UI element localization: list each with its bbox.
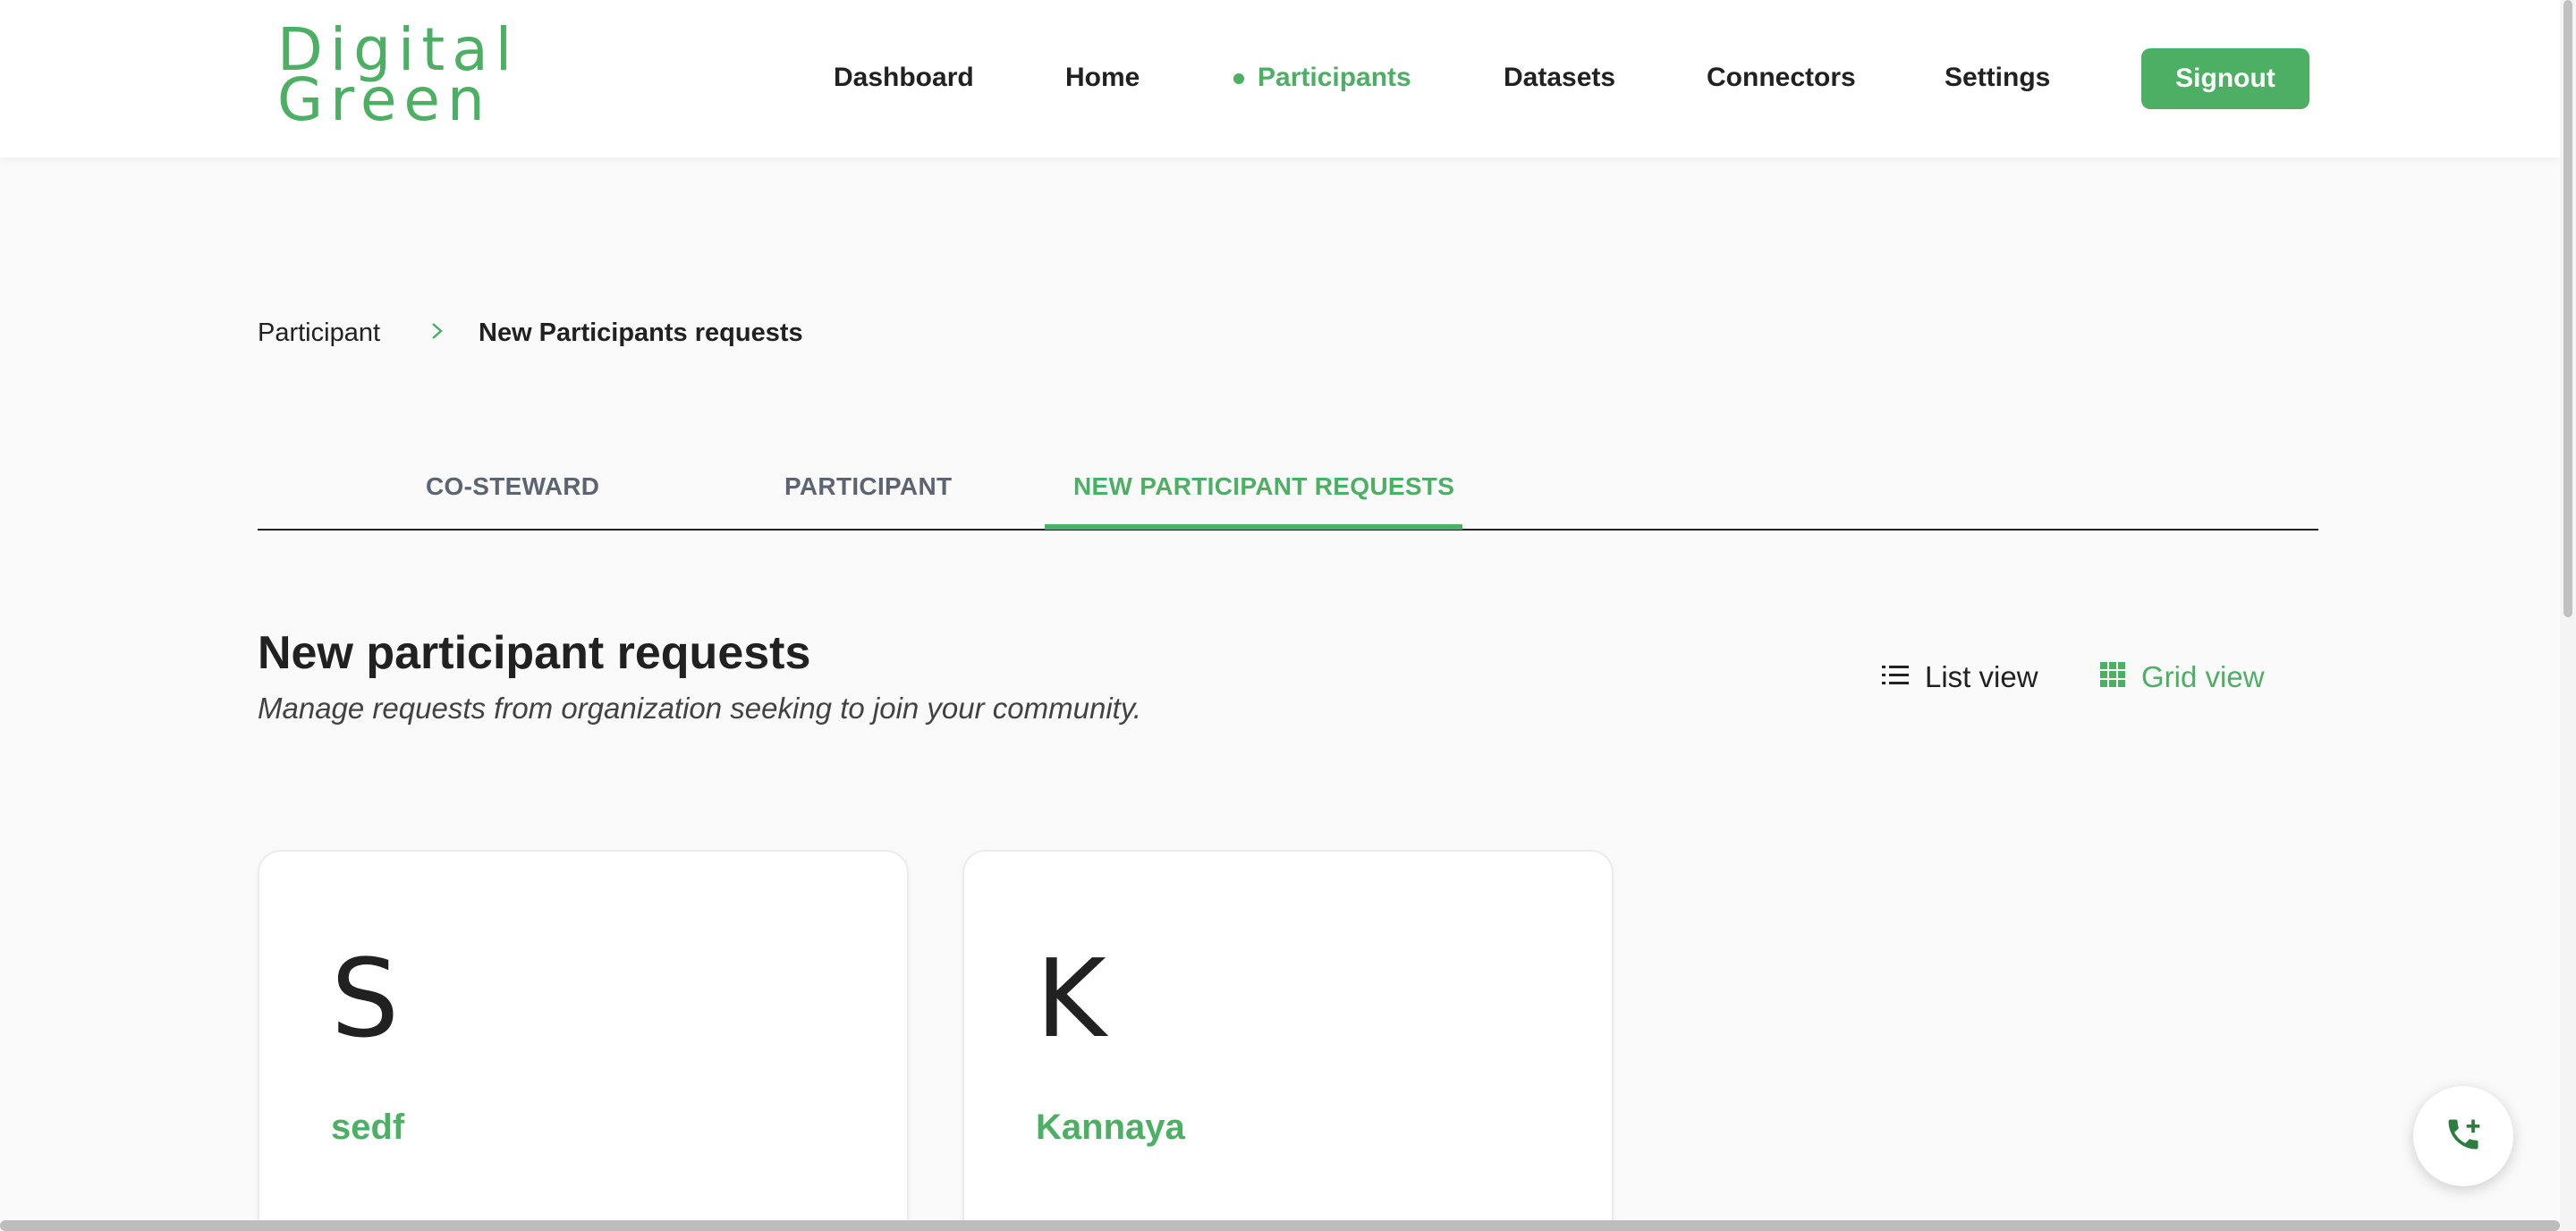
- request-name: Kannaya: [1036, 1108, 1185, 1147]
- request-initial: S: [331, 938, 400, 1062]
- tab-participant[interactable]: PARTICIPANT: [784, 472, 952, 501]
- nav-connectors[interactable]: Connectors: [1707, 63, 1856, 93]
- active-tab-indicator: [1045, 524, 1462, 530]
- list-view-label: List view: [1925, 660, 2038, 693]
- nav-participants[interactable]: Participants: [1258, 63, 1411, 93]
- page-title: New participant requests: [258, 627, 811, 679]
- nav-datasets[interactable]: Datasets: [1504, 63, 1615, 93]
- request-card[interactable]: S sedf: [258, 850, 909, 1231]
- digital-green-logo[interactable]: Digital Green: [277, 21, 519, 134]
- page: Digital Green Dashboard Home Participant…: [0, 0, 2576, 1231]
- grid-icon: [2100, 660, 2141, 694]
- vertical-scrollbar-thumb[interactable]: [2563, 0, 2572, 617]
- logo-line-2: Green: [277, 65, 492, 134]
- nav-settings[interactable]: Settings: [1945, 63, 2050, 93]
- list-view-toggle[interactable]: List view: [1882, 660, 2038, 694]
- support-call-button[interactable]: [2413, 1086, 2513, 1186]
- top-header: Digital Green Dashboard Home Participant…: [0, 0, 2560, 157]
- signout-button[interactable]: Signout: [2141, 48, 2309, 109]
- breadcrumb-current: New Participants requests: [479, 318, 803, 347]
- request-name: sedf: [331, 1108, 405, 1147]
- tab-co-steward[interactable]: CO-STEWARD: [426, 472, 599, 501]
- active-nav-indicator-dot: [1233, 73, 1244, 84]
- horizontal-scrollbar-thumb[interactable]: [0, 1220, 2560, 1231]
- page-subtitle: Manage requests from organization seekin…: [258, 692, 1142, 725]
- nav-home[interactable]: Home: [1065, 63, 1140, 93]
- phone-add-icon: [2444, 1115, 2483, 1159]
- breadcrumb-parent-link[interactable]: Participant: [258, 318, 380, 348]
- grid-view-label: Grid view: [2141, 660, 2265, 693]
- grid-view-toggle[interactable]: Grid view: [2100, 660, 2265, 694]
- request-card[interactable]: K Kannaya: [962, 850, 1614, 1231]
- chevron-right-icon: [428, 317, 447, 352]
- list-icon: [1882, 660, 1925, 694]
- request-initial: K: [1036, 938, 1106, 1062]
- tab-new-participant-requests[interactable]: NEW PARTICIPANT REQUESTS: [1073, 472, 1454, 501]
- nav-dashboard[interactable]: Dashboard: [834, 63, 974, 93]
